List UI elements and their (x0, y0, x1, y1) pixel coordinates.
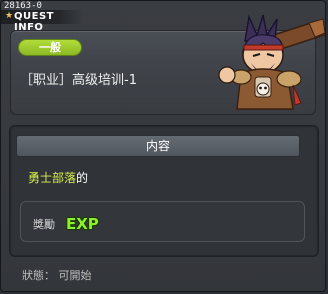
quest-type-badge: 一般 (18, 39, 82, 56)
exp-icon-text: EXP (66, 215, 99, 232)
character-portrait (218, 14, 325, 110)
content-header: 内容 (16, 135, 300, 157)
content-description: 勇士部落的 (28, 169, 88, 186)
reward-box (20, 201, 305, 242)
quest-status: 狀態： 可開始 (22, 269, 92, 282)
reward-label: 獎勵 (33, 218, 55, 231)
quest-info-window: 28163-0 ★ QUEST INFO 一般 ［职业］高级培训-1 内容 勇士… (0, 0, 326, 292)
title-bar: ★ QUEST INFO (1, 10, 83, 33)
highlight-link[interactable]: 勇士部落 (28, 171, 76, 185)
exp-icon: EXP (65, 214, 100, 232)
description-suffix: 的 (76, 171, 89, 185)
quest-name: ［职业］高级培训-1 (20, 73, 137, 88)
star-icon: ★ (5, 11, 14, 21)
